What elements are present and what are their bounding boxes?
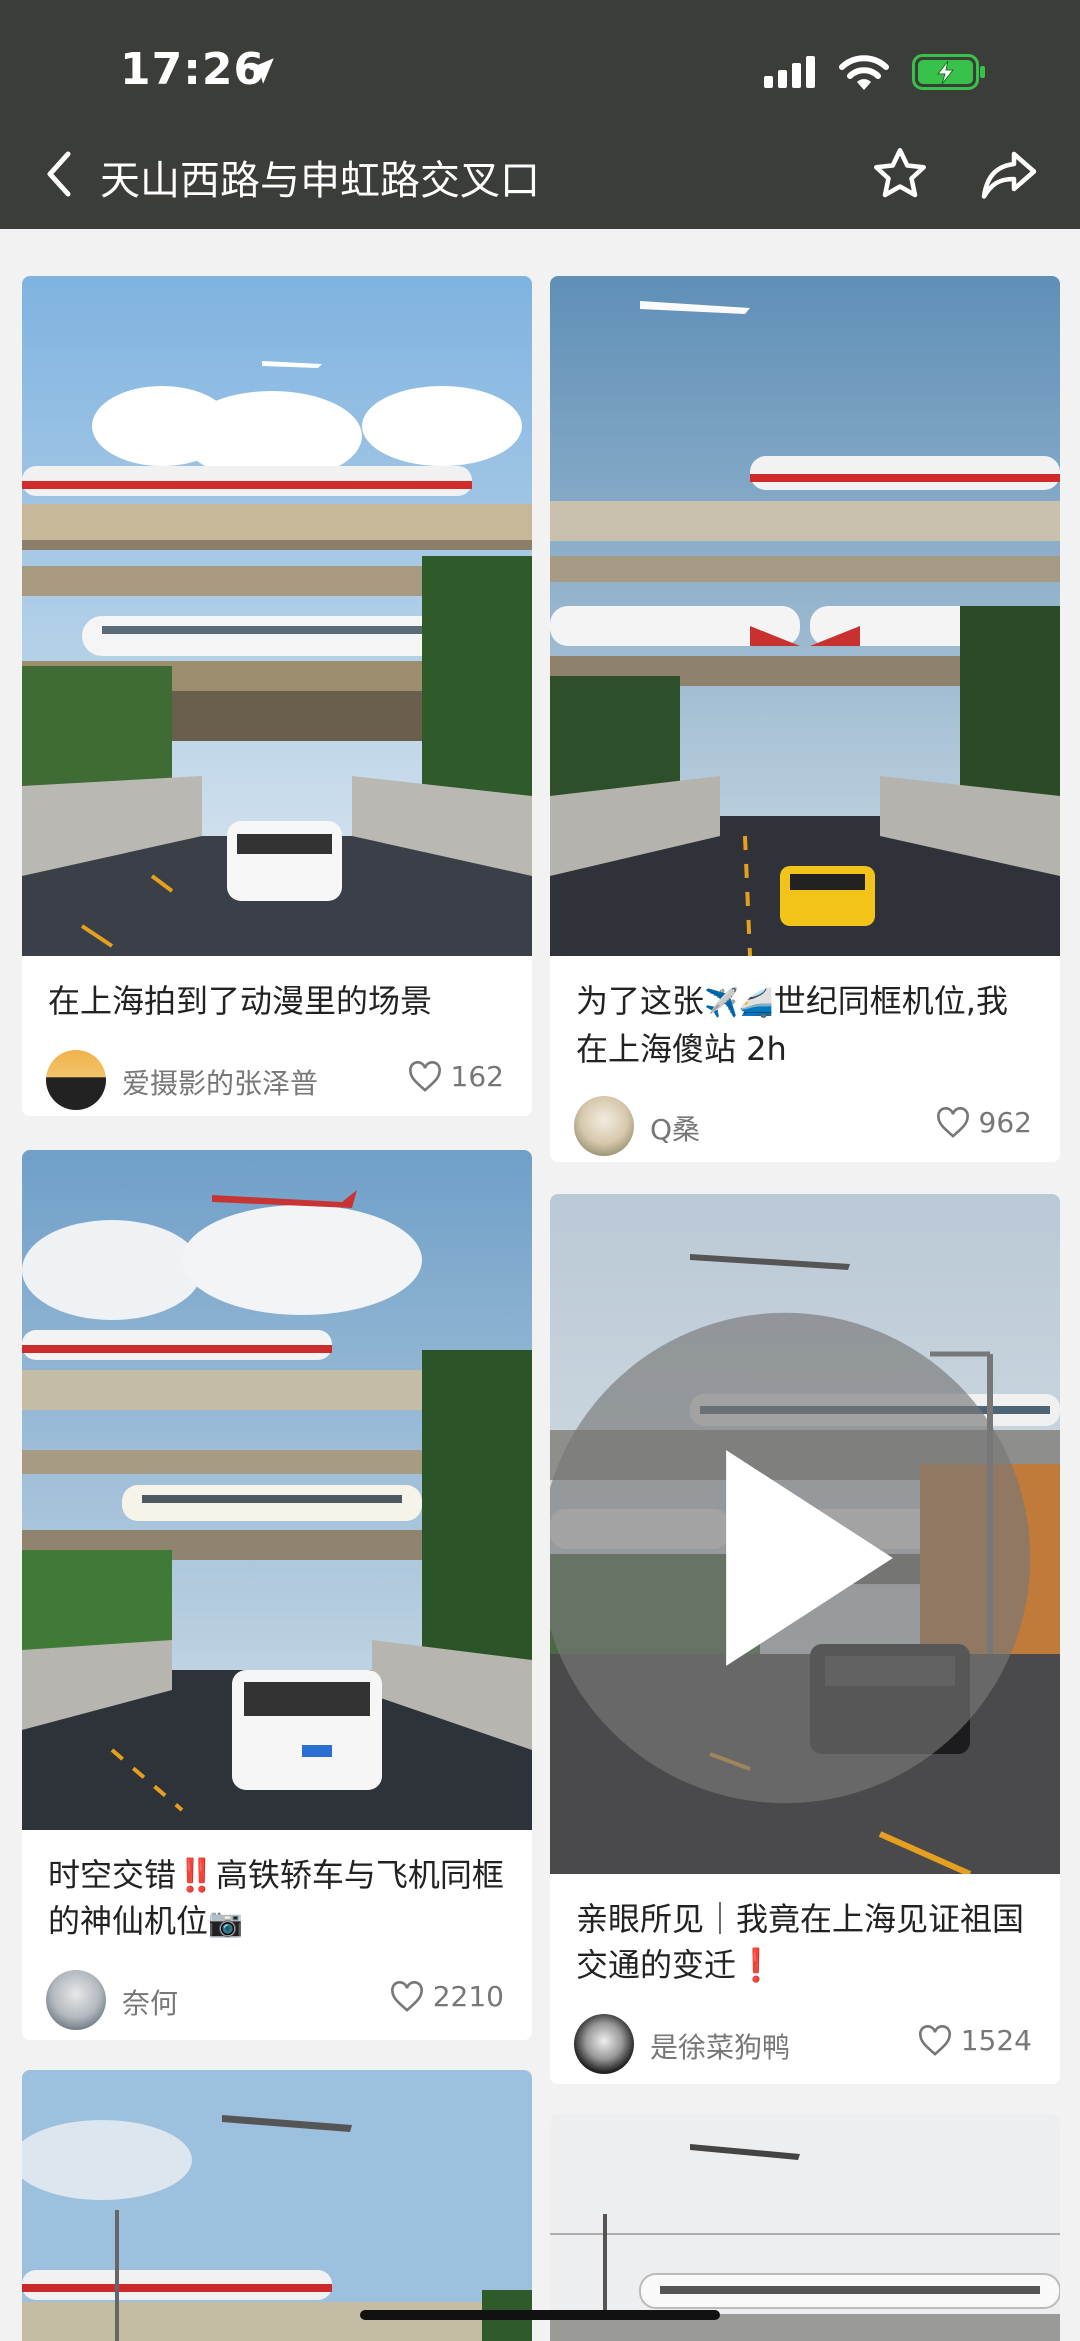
post-meta: 爱摄影的张泽普 162: [46, 1050, 508, 1112]
post-title: 亲眼所见｜我竟在上海见证祖国交通的变迁❗: [576, 1896, 1038, 1988]
post-card[interactable]: 在上海拍到了动漫里的场景 爱摄影的张泽普 162: [22, 276, 532, 1116]
exclamation-mark: ❗: [736, 1946, 776, 1984]
camera-emoji: 📷: [208, 1906, 243, 1939]
signal-icon: [764, 56, 815, 88]
avatar[interactable]: [46, 1050, 106, 1110]
post-meta: 是徐菜狗鸭 1524: [574, 2014, 1036, 2076]
avatar[interactable]: [46, 1970, 106, 2030]
post-card[interactable]: [550, 2114, 1060, 2341]
post-image[interactable]: [22, 276, 532, 956]
exclamation-mark: ‼️: [176, 1856, 216, 1894]
post-image[interactable]: [22, 2070, 532, 2341]
avatar[interactable]: [574, 2014, 634, 2074]
post-title-part: 时空交错: [48, 1856, 177, 1894]
post-image[interactable]: [550, 276, 1060, 956]
post-card[interactable]: 亲眼所见｜我竟在上海见证祖国交通的变迁❗ 是徐菜狗鸭 1524: [550, 1194, 1060, 2084]
back-icon[interactable]: [40, 148, 80, 200]
heart-icon: [918, 2024, 951, 2056]
like-count: 2210: [432, 1980, 504, 2013]
post-card[interactable]: 时空交错‼️高铁轿车与飞机同框的神仙机位📷 奈何 2210: [22, 1150, 532, 2040]
post-image[interactable]: [22, 1150, 532, 1830]
page-title: 天山西路与申虹路交叉口: [100, 158, 540, 204]
home-indicator[interactable]: [360, 2310, 720, 2320]
like-count: 962: [978, 1106, 1032, 1139]
author-name[interactable]: 奈何: [122, 1982, 178, 2022]
train-emoji: 🚄: [738, 986, 774, 1019]
like-button[interactable]: 2210: [389, 1980, 504, 2013]
battery-icon: [912, 54, 985, 90]
like-count: 1524: [960, 2024, 1032, 2057]
share-icon[interactable]: [978, 144, 1040, 204]
post-card[interactable]: 为了这张✈️🚄世纪同框机位,我在上海傻站 2h Q桑 962: [550, 276, 1060, 1162]
like-button[interactable]: 1524: [917, 2024, 1032, 2057]
post-image[interactable]: [550, 2114, 1060, 2341]
author-name[interactable]: 爱摄影的张泽普: [122, 1062, 318, 1102]
play-icon[interactable]: [550, 1218, 1040, 1898]
top-bar: 17:26 天山西路与申虹路交叉口: [0, 0, 1080, 229]
post-meta: Q桑 962: [574, 1096, 1036, 1158]
star-icon[interactable]: [870, 144, 930, 204]
airplane-emoji: ✈️: [704, 986, 739, 1019]
post-title-part: 为了这张: [576, 982, 705, 1020]
location-arrow-icon: [248, 58, 274, 84]
heart-icon: [408, 1060, 441, 1092]
post-title: 时空交错‼️高铁轿车与飞机同框的神仙机位📷: [48, 1852, 510, 1946]
post-title-part: 亲眼所见｜我竟在上海见证祖国交通的变迁: [576, 1900, 1025, 1984]
avatar[interactable]: [574, 1096, 634, 1156]
post-title: 为了这张✈️🚄世纪同框机位,我在上海傻站 2h: [576, 978, 1038, 1072]
heart-icon: [936, 1106, 969, 1138]
post-title: 在上海拍到了动漫里的场景: [48, 982, 433, 1020]
post-meta: 奈何 2210: [46, 1970, 508, 2032]
like-button[interactable]: 162: [407, 1060, 504, 1093]
post-image[interactable]: [550, 1194, 1060, 1874]
author-name[interactable]: 是徐菜狗鸭: [650, 2026, 790, 2066]
like-count: 162: [450, 1060, 504, 1093]
post-card[interactable]: [22, 2070, 532, 2341]
heart-icon: [390, 1980, 423, 2012]
wifi-icon: [839, 55, 889, 90]
author-name[interactable]: Q桑: [650, 1108, 700, 1148]
like-button[interactable]: 962: [935, 1106, 1032, 1139]
